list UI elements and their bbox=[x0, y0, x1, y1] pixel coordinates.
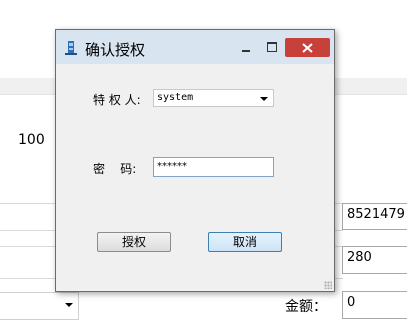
confirm-authorization-dialog: 确认授权 特 权 人: system 密 码: ****** 授权 取消 bbox=[55, 29, 335, 292]
maximize-icon[interactable] bbox=[261, 39, 283, 55]
amount-label: 金额： bbox=[285, 299, 327, 315]
background-number-field[interactable]: 8521479 bbox=[342, 203, 407, 230]
resize-grip-icon[interactable] bbox=[324, 281, 332, 289]
chevron-down-icon bbox=[260, 97, 268, 101]
amount-field[interactable]: 0 bbox=[342, 291, 407, 319]
password-field[interactable]: ****** bbox=[153, 157, 274, 177]
background-value-100: 100 bbox=[18, 132, 45, 148]
background-280-field[interactable]: 280 bbox=[342, 246, 407, 274]
dialog-title: 确认授权 bbox=[85, 41, 146, 59]
background-dropdown[interactable] bbox=[0, 292, 79, 320]
grant-button[interactable]: 授权 bbox=[97, 232, 171, 252]
grantor-value: system bbox=[157, 92, 194, 103]
close-icon bbox=[302, 43, 313, 53]
password-label: 密 码: bbox=[93, 162, 137, 176]
dialog-titlebar[interactable]: 确认授权 bbox=[56, 30, 334, 64]
grantor-label: 特 权 人: bbox=[93, 93, 141, 107]
app-icon bbox=[65, 41, 77, 55]
chevron-down-icon bbox=[65, 303, 73, 307]
grantor-select[interactable]: system bbox=[153, 89, 274, 107]
minimize-icon[interactable] bbox=[235, 39, 257, 55]
cancel-button[interactable]: 取消 bbox=[208, 232, 282, 252]
password-mask: ****** bbox=[157, 161, 187, 172]
close-button[interactable] bbox=[285, 38, 330, 57]
